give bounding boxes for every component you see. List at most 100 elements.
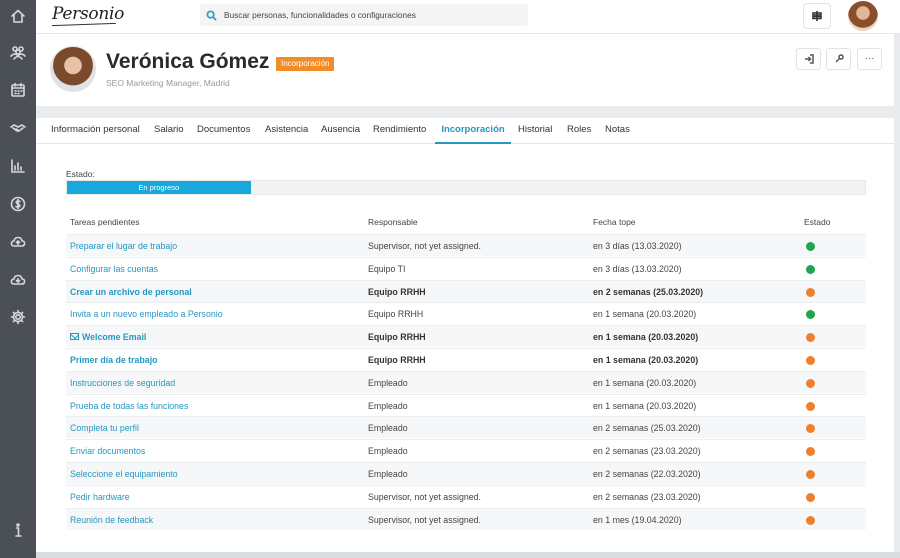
mail-icon (70, 333, 79, 341)
owner-cell: Equipo RRHH (368, 355, 426, 365)
personio-logo[interactable]: Personio (52, 4, 124, 24)
task-label: Reunión de feedback (70, 514, 154, 525)
status-dot (806, 378, 815, 388)
due-date-cell: en 1 semana (20.03.2020) (593, 332, 699, 343)
status-dot (806, 492, 815, 502)
handshake-icon[interactable] (8, 118, 28, 138)
status-dot (806, 310, 815, 320)
owner-cell: Equipo TI (368, 263, 406, 274)
people-icon[interactable] (8, 42, 28, 62)
progress-fill: En progreso (67, 181, 251, 194)
task-label: Welcome Email (82, 332, 147, 343)
owner-cell: Equipo RRHH (368, 309, 424, 320)
table-row: Crear un archivo de personal Equipo RRHH e… (66, 279, 866, 302)
onboarding-panel: Estado: En progreso Tareas pendientes Re… (36, 144, 894, 552)
table-row: Instrucciones de seguridad Empleado en 1 s… (66, 370, 866, 393)
task-link[interactable]: Instrucciones de seguridad (70, 378, 175, 388)
task-label: Preparar el lugar de trabajo (70, 241, 178, 251)
tab-salario[interactable]: Salario (154, 124, 184, 144)
enter-icon (804, 54, 814, 64)
status-dot (806, 356, 815, 365)
employee-header: Verónica Gómez Incorporación SEO Marketi… (36, 34, 894, 106)
calendar-icon[interactable] (8, 80, 28, 100)
search-icon (206, 9, 217, 21)
cloud-upload-icon[interactable] (8, 232, 28, 252)
due-date-cell: en 3 días (13.03.2020) (593, 241, 682, 251)
chart-icon[interactable] (8, 156, 28, 176)
status-dot (806, 242, 815, 251)
profile-tabs: Información personal Salario Documentos … (36, 118, 894, 144)
table-row: Pedir hardware Supervisor, not yet assign… (66, 484, 866, 507)
task-link[interactable]: Invita a un nuevo empleado a Personio (70, 309, 223, 319)
tab-roles[interactable]: Roles (567, 124, 591, 144)
task-link[interactable]: Prueba de todas las funciones (70, 401, 188, 411)
owner-cell: Empleado (368, 469, 408, 479)
task-link[interactable]: Crear un archivo de personal (70, 287, 192, 297)
employee-subtitle: SEO Marketing Manager, Madrid (106, 78, 230, 88)
top-bar: Personio Buscar personas, funcionalidade… (36, 0, 900, 34)
task-link[interactable]: Preparar el lugar de trabajo (70, 241, 177, 251)
tab-ausencia[interactable]: Ausencia (321, 124, 360, 144)
task-link[interactable]: Reunión de feedback (70, 515, 153, 525)
tab-asistencia[interactable]: Asistencia (265, 124, 308, 144)
due-date-cell: en 1 semana (20.03.2020) (593, 377, 697, 388)
tab-informacion-personal[interactable]: Información personal (51, 124, 140, 144)
gear-icon[interactable] (8, 307, 28, 327)
header-owner: Responsable (368, 217, 418, 227)
search-input[interactable]: Buscar personas, funcionalidades o confi… (200, 4, 528, 26)
tab-notas[interactable]: Notas (605, 124, 630, 144)
task-link[interactable]: Configurar las cuentas (70, 264, 158, 274)
task-link[interactable]: Primer día de trabajo (70, 355, 158, 365)
status-dot (806, 401, 815, 411)
more-icon: ··· (864, 53, 875, 64)
wrench-icon (834, 54, 844, 63)
table-row: Welcome Email Equipo RRHH en 1 semana (20.… (66, 325, 866, 348)
task-label: Primer día de trabajo (70, 355, 158, 365)
due-date-cell: en 1 mes (19.04.2020) (593, 514, 682, 525)
home-icon[interactable] (8, 6, 28, 26)
status-dot (806, 333, 815, 343)
status-dot (806, 424, 815, 434)
status-dot (806, 264, 815, 274)
task-label: Configurar las cuentas (70, 263, 159, 274)
owner-cell: Supervisor, not yet assigned. (368, 491, 481, 502)
task-label: Enviar documentos (70, 446, 146, 457)
edit-button[interactable] (826, 48, 851, 70)
bottom-strip (36, 552, 900, 558)
owner-cell: Empleado (368, 377, 408, 388)
table-row: Reunión de feedback Supervisor, not yet a… (66, 507, 866, 530)
user-avatar[interactable] (848, 1, 878, 31)
login-as-button[interactable] (796, 48, 821, 70)
more-button[interactable]: ··· (857, 48, 882, 70)
task-link[interactable]: Completa tu perfil (70, 423, 139, 433)
tab-incorporacion[interactable]: Incorporación (435, 124, 511, 144)
dollar-icon[interactable] (8, 194, 28, 214)
table-row: Primer día de trabajo Equipo RRHH en 1 sem… (66, 348, 866, 370)
signpost-button[interactable] (803, 3, 831, 29)
task-link[interactable]: Enviar documentos (70, 446, 145, 456)
header-state: Estado (804, 217, 831, 227)
employee-name: Verónica Gómez (106, 50, 270, 73)
status-dot (806, 287, 815, 297)
due-date-cell: en 1 semana (20.03.2020) (593, 400, 697, 411)
progress-bar: En progreso (66, 180, 866, 195)
info-icon[interactable] (8, 520, 28, 540)
owner-cell: Supervisor, not yet assigned. (368, 514, 481, 525)
tab-rendimiento[interactable]: Rendimiento (373, 124, 426, 144)
table-row: Invita a un nuevo empleado a Personio Equ… (66, 302, 866, 324)
table-row: Seleccione el equipamiento Empleado en 2 s… (66, 462, 866, 484)
task-link[interactable]: Welcome Email (70, 332, 146, 342)
cloud-download-icon[interactable] (8, 270, 28, 290)
due-date-cell: en 2 semanas (23.03.2020) (593, 491, 701, 502)
tab-documentos[interactable]: Documentos (197, 124, 250, 144)
tab-historial[interactable]: Historial (518, 124, 552, 144)
task-link[interactable]: Pedir hardware (70, 492, 130, 502)
search-placeholder: Buscar personas, funcionalidades o confi… (224, 10, 416, 20)
owner-cell: Supervisor, not yet assigned. (368, 241, 481, 251)
due-date-cell: en 2 semanas (23.03.2020) (593, 446, 701, 457)
table-row: Completa tu perfil Empleado en 2 semanas (… (66, 416, 866, 439)
signpost-icon (812, 11, 822, 21)
status-dot (806, 470, 815, 479)
task-link[interactable]: Seleccione el equipamiento (70, 469, 178, 479)
table-row: Preparar el lugar de trabajo Supervisor, … (66, 234, 866, 256)
